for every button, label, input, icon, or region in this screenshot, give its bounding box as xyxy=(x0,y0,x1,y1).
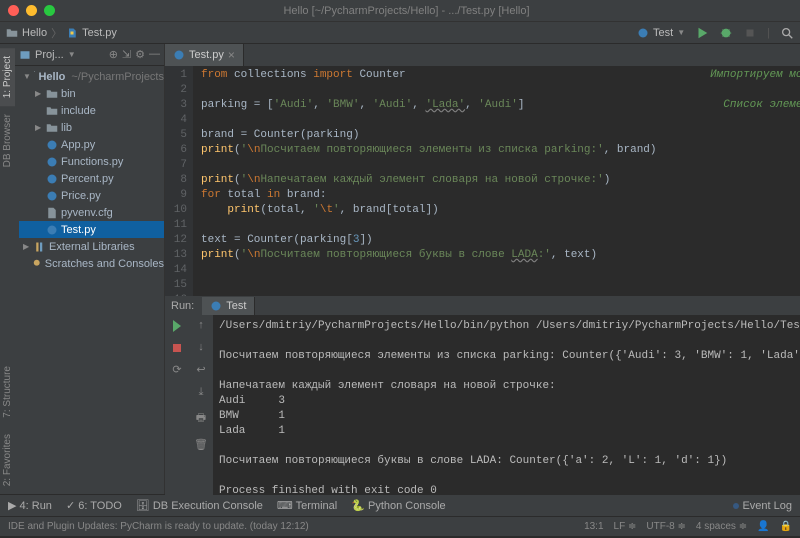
run-button[interactable] xyxy=(695,26,709,40)
db-browser-tab[interactable]: DB Browser xyxy=(0,106,15,175)
select-opened-file-icon[interactable]: ⊕ xyxy=(109,48,118,61)
python-file-icon xyxy=(66,27,78,39)
print-icon[interactable]: 🖶 xyxy=(196,409,206,428)
tree-node[interactable]: Test.py xyxy=(19,221,164,238)
down-stack-icon[interactable]: ↓ xyxy=(198,341,204,353)
favorites-tab[interactable]: 2: Favorites xyxy=(0,426,15,494)
python-icon xyxy=(637,27,649,39)
project-panel-header: Proj... ▼ ⊕ ⇲ ⚙ — xyxy=(15,44,164,66)
lock-icon[interactable]: 🔒 xyxy=(780,521,792,532)
encoding[interactable]: UTF-8 ≑ xyxy=(646,521,686,532)
python-console-tool-button[interactable]: 🐍 Python Console xyxy=(351,499,445,512)
project-view-icon xyxy=(19,49,31,61)
window-controls xyxy=(0,5,63,16)
debug-button[interactable] xyxy=(719,26,733,40)
hide-panel-icon[interactable]: — xyxy=(149,48,160,61)
search-icon[interactable] xyxy=(780,26,794,40)
stop-button[interactable] xyxy=(170,341,184,355)
chevron-right-icon: 〉 xyxy=(51,25,62,41)
tree-node[interactable]: App.py xyxy=(19,136,164,153)
line-ending[interactable]: LF ≑ xyxy=(614,521,637,532)
left-toolwindow-strip: 1: Project DB Browser 7: Structure 2: Fa… xyxy=(0,44,15,494)
clear-all-icon[interactable]: 🗑 xyxy=(194,438,208,451)
console-controls: ↑ ↓ ↩ ⤓ 🖶 🗑 xyxy=(189,315,213,503)
scratches-node[interactable]: Scratches and Consoles xyxy=(19,255,164,272)
line-gutter[interactable]: 12345678910111213141516 xyxy=(165,66,193,296)
editor-area: Test.py × 12345678910111213141516 from c… xyxy=(165,44,800,494)
console-output[interactable]: /Users/dmitriy/PycharmProjects/Hello/bin… xyxy=(213,315,800,503)
minimize-window-button[interactable] xyxy=(26,5,37,16)
status-message: IDE and Plugin Updates: PyCharm is ready… xyxy=(8,521,309,532)
run-config-label: Test xyxy=(653,27,673,39)
rerun-button[interactable] xyxy=(170,319,184,333)
tab-test-py[interactable]: Test.py × xyxy=(165,44,244,66)
inspection-icon[interactable]: 👤 xyxy=(757,521,769,532)
project-tab[interactable]: 1: Project xyxy=(0,48,15,106)
scratch-icon xyxy=(32,258,41,270)
tree-node[interactable]: pyvenv.cfg xyxy=(19,204,164,221)
soft-wrap-icon[interactable]: ↩ xyxy=(196,363,205,376)
folder-icon xyxy=(6,27,18,39)
code-editor[interactable]: 12345678910111213141516 from collections… xyxy=(165,66,800,296)
navigation-bar: Hello 〉 Test.py Test ▼ | xyxy=(0,22,800,44)
scroll-end-icon[interactable]: ⤓ xyxy=(199,386,204,399)
caret-position[interactable]: 13:1 xyxy=(584,521,603,532)
tree-node[interactable]: Functions.py xyxy=(19,153,164,170)
collapse-all-icon[interactable]: ⇲ xyxy=(122,48,131,61)
structure-tab[interactable]: 7: Structure xyxy=(0,358,15,426)
python-file-icon xyxy=(173,49,185,61)
event-log-button[interactable]: Event Log xyxy=(733,500,792,512)
tree-node[interactable]: ▶lib xyxy=(19,119,164,136)
close-tab-icon[interactable]: × xyxy=(228,48,235,62)
titlebar: Hello [~/PycharmProjects/Hello] - .../Te… xyxy=(0,0,800,22)
external-libraries-node[interactable]: ▶ External Libraries xyxy=(19,238,164,255)
project-panel: Proj... ▼ ⊕ ⇲ ⚙ — ▼ Hello ~/PycharmProje… xyxy=(15,44,165,494)
stop-button[interactable] xyxy=(743,26,757,40)
chevron-down-icon: ▼ xyxy=(677,28,685,37)
tree-node[interactable]: Price.py xyxy=(19,187,164,204)
run-config-selector[interactable]: Test ▼ xyxy=(637,27,685,39)
project-panel-title: Proj... xyxy=(35,49,64,61)
project-root-label: Hello xyxy=(38,71,65,83)
status-bar: IDE and Plugin Updates: PyCharm is ready… xyxy=(0,516,800,536)
breadcrumb-project[interactable]: Hello xyxy=(22,27,47,39)
terminal-tool-button[interactable]: ⌨ Terminal xyxy=(277,499,337,512)
restart-button[interactable]: ⟳ xyxy=(172,363,181,376)
tree-node[interactable]: ▶bin xyxy=(19,85,164,102)
run-tool-button[interactable]: ▶ 4: Run xyxy=(8,499,52,512)
folder-icon xyxy=(34,71,36,83)
chevron-down-icon: ▼ xyxy=(68,50,76,59)
tree-node[interactable]: Percent.py xyxy=(19,170,164,187)
window-title: Hello [~/PycharmProjects/Hello] - .../Te… xyxy=(63,5,750,17)
db-console-tool-button[interactable]: 🗄 DB Execution Console xyxy=(136,499,263,512)
project-tree[interactable]: ▼ Hello ~/PycharmProjects ▶bininclude▶li… xyxy=(15,66,164,274)
indent[interactable]: 4 spaces ≑ xyxy=(696,521,747,532)
library-icon xyxy=(34,241,46,253)
run-controls: ⟳ xyxy=(165,315,189,503)
close-window-button[interactable] xyxy=(8,5,19,16)
editor-tabs: Test.py × xyxy=(165,44,800,66)
gear-icon[interactable]: ⚙ xyxy=(135,48,145,61)
code-content[interactable]: from collections import CounterИмпортиру… xyxy=(193,66,800,296)
todo-tool-button[interactable]: ✓ 6: TODO xyxy=(66,499,122,512)
run-tool-window: Run: Test ⚙ — ⟳ ↑ ↓ xyxy=(165,296,800,492)
zoom-window-button[interactable] xyxy=(44,5,55,16)
tree-node[interactable]: include xyxy=(19,102,164,119)
project-root-node[interactable]: ▼ Hello ~/PycharmProjects xyxy=(19,68,164,85)
breadcrumb-file[interactable]: Test.py xyxy=(82,27,117,39)
run-title: Run: xyxy=(171,300,194,312)
up-stack-icon[interactable]: ↑ xyxy=(198,319,204,331)
